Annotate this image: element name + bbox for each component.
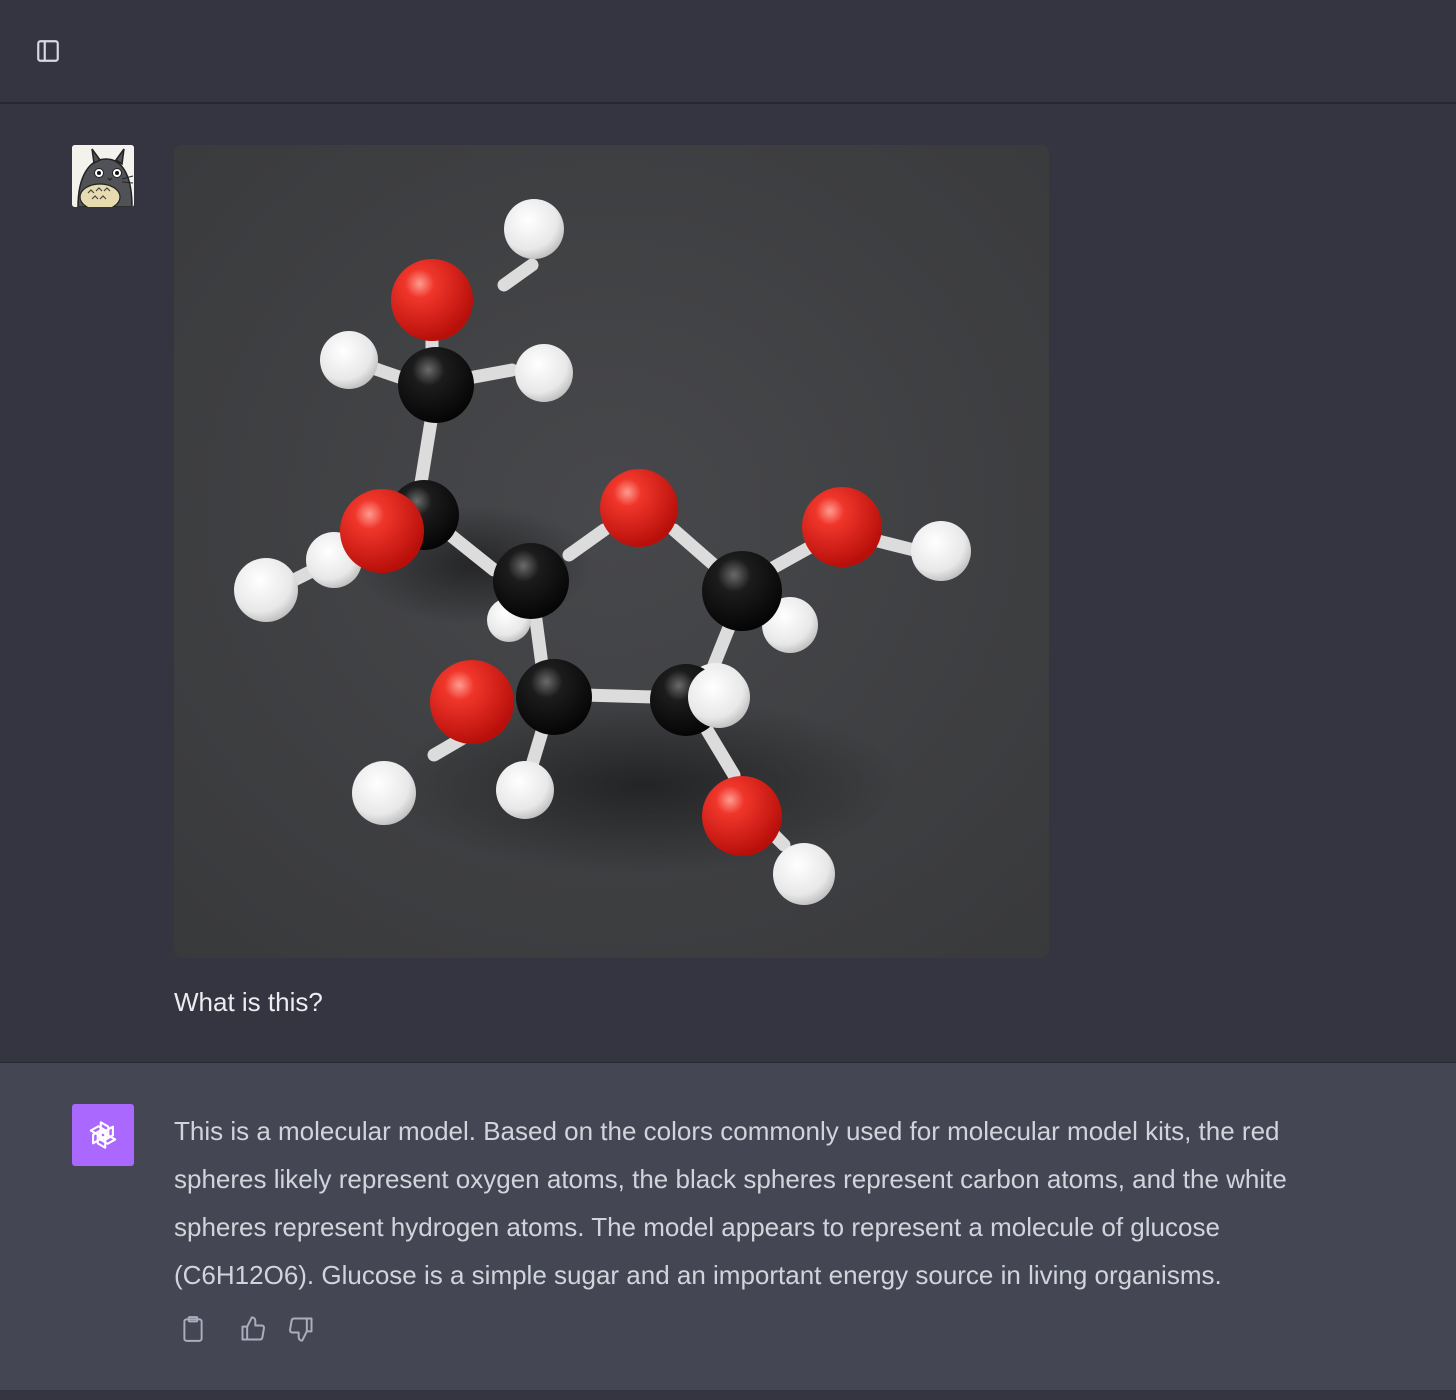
bottom-strip (0, 1390, 1456, 1400)
thumbs-down-button[interactable] (282, 1311, 320, 1347)
assistant-avatar (72, 1104, 134, 1166)
openai-logo-icon (89, 1121, 117, 1149)
thumbs-up-icon (241, 1316, 265, 1341)
user-message: What is this? (0, 104, 1456, 1062)
sidebar-toggle-button[interactable] (30, 34, 66, 68)
totoro-avatar-icon (72, 145, 134, 207)
molecular-model-photo (174, 145, 1049, 958)
sidebar-panel-icon (37, 40, 59, 62)
user-avatar (72, 145, 134, 207)
top-bar (0, 0, 1456, 104)
assistant-message-text: This is a molecular model. Based on the … (174, 1116, 1287, 1290)
clipboard-icon (183, 1316, 203, 1342)
uploaded-image[interactable] (174, 145, 1049, 958)
message-actions (174, 1311, 320, 1347)
assistant-message: This is a molecular model. Based on the … (0, 1062, 1456, 1391)
copy-button[interactable] (174, 1311, 212, 1347)
thumbs-down-icon (289, 1317, 313, 1342)
user-message-text: What is this? (174, 987, 323, 1017)
thumbs-up-button[interactable] (234, 1311, 272, 1347)
